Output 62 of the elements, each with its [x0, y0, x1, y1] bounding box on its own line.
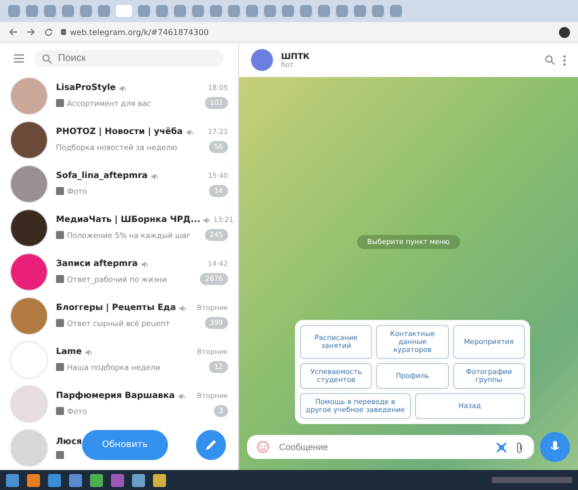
emoji-icon[interactable]	[257, 441, 269, 453]
tab-favicon-icon[interactable]	[174, 5, 186, 17]
chat-name: МедиаЧать | ШБорнка ЧРД...	[56, 215, 200, 225]
tab-favicon-icon[interactable]	[282, 5, 294, 17]
compose-button[interactable]	[196, 430, 226, 460]
chat-name: Записи aftepmra	[56, 259, 138, 269]
chat-name: PHOTOZ | Новости | учёба	[56, 127, 183, 137]
tab-favicon-icon[interactable]	[62, 5, 74, 17]
tab-favicon-icon[interactable]	[372, 5, 384, 17]
tab-favicon-icon[interactable]	[44, 5, 56, 17]
tab-favicon-icon[interactable]	[192, 5, 204, 17]
tab-favicon-icon[interactable]	[26, 5, 38, 17]
app-icon[interactable]	[27, 474, 40, 486]
search-bar[interactable]: Поиск	[34, 50, 224, 67]
chat-name: Lame	[56, 347, 82, 357]
tab-favicon-icon[interactable]	[264, 5, 276, 17]
app-icon[interactable]	[132, 474, 145, 486]
forward-icon[interactable]	[26, 28, 36, 36]
message-bar[interactable]: Сообщение	[247, 435, 534, 459]
chat-name: Люся	[56, 437, 82, 447]
tab-favicon-icon[interactable]	[390, 5, 402, 17]
app-icon[interactable]	[48, 474, 61, 486]
tab-favicon-icon[interactable]	[300, 5, 312, 17]
menu-icon[interactable]	[14, 54, 24, 63]
back-icon[interactable]	[8, 28, 18, 36]
message-input[interactable]: Сообщение	[277, 441, 488, 453]
start-icon[interactable]	[6, 474, 19, 486]
tab-favicon-icon[interactable]	[336, 5, 348, 17]
tab-favicon-icon[interactable]	[156, 5, 168, 17]
profile-icon[interactable]	[559, 26, 570, 38]
chat-item[interactable]: Люся	[0, 426, 82, 470]
paperclip-icon[interactable]	[515, 442, 524, 452]
tab-favicon-icon[interactable]	[80, 5, 92, 17]
tab-favicon-icon[interactable]	[98, 5, 110, 17]
search-field[interactable]: Поиск	[58, 53, 208, 64]
tab-favicon-icon[interactable]	[210, 5, 222, 17]
chat-name: Блоггеры | Рецепты Еда	[56, 303, 176, 313]
search-icon[interactable]	[545, 55, 555, 65]
tab-favicon-icon[interactable]	[8, 5, 20, 17]
bot-avatar[interactable]	[251, 49, 273, 71]
app-icon[interactable]	[69, 474, 82, 486]
tab-favicon-icon[interactable]	[228, 5, 240, 17]
url-text: web.telegram.org/k/#7461874300	[70, 28, 209, 36]
tab-favicon-icon[interactable]	[318, 5, 330, 17]
more-icon[interactable]	[563, 54, 566, 66]
app-icon[interactable]	[90, 474, 103, 486]
app-icon[interactable]	[153, 474, 166, 486]
tab-favicon-icon[interactable]	[354, 5, 366, 17]
microphone-button[interactable]	[540, 432, 570, 462]
search-icon	[42, 54, 52, 64]
reload-icon[interactable]	[44, 28, 53, 36]
chat-name: LisaProStyle	[56, 83, 116, 93]
pencil-icon	[204, 438, 218, 452]
chat-name: Sofa_lina_aftepmra	[56, 171, 148, 181]
bot-commands-icon[interactable]	[496, 442, 507, 452]
lock-icon	[61, 29, 66, 35]
app-icon[interactable]	[111, 474, 124, 486]
tab-favicon-icon[interactable]	[246, 5, 258, 17]
chat-title: ШПТК	[281, 52, 311, 60]
chat-name: Парфюмерия Варшавка	[56, 391, 175, 401]
tab-favicon-icon[interactable]	[116, 5, 132, 17]
tab-favicon-icon[interactable]	[138, 5, 150, 17]
